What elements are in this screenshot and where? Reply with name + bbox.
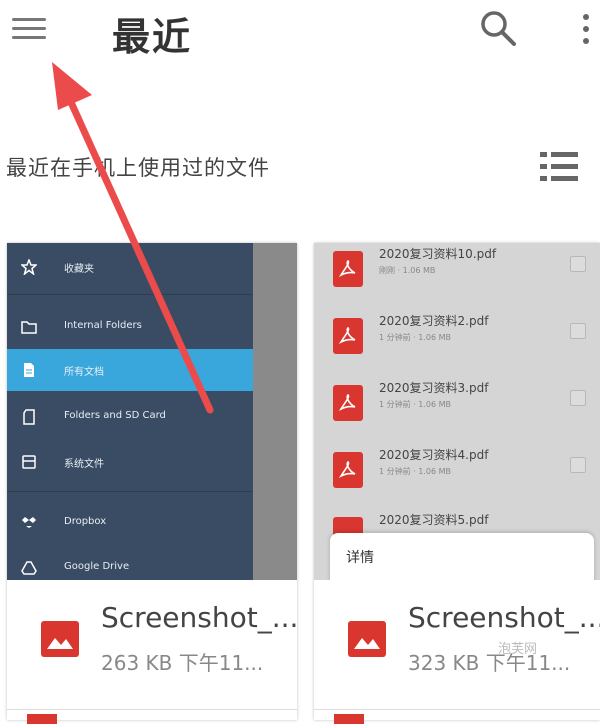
list-item: 2020复习资料3.pdf 1 分钟前 · 1.06 MB [314,373,600,439]
next-card-peek [314,709,600,724]
pdf-file-meta: 刚刚 · 1.06 MB [379,266,436,275]
drawer-scrim [253,243,297,580]
recent-file-card[interactable]: 2020复习资料10.pdf 刚刚 · 1.06 MB 2020复习资料2.pd… [314,243,600,724]
drawer-item: Folders and SD Card [7,396,253,438]
divider [7,294,253,295]
drawer-item-label: Folders and SD Card [64,410,166,421]
file-meta: 323 KB 下午11... [408,651,571,675]
recent-file-card[interactable]: 收藏夹 Internal Folders 所有文档 Folders and SD… [7,243,299,724]
star-icon [21,259,37,275]
watermark: 泡芙网 [498,642,538,657]
select-checkbox [570,256,586,272]
pdf-icon [333,318,363,354]
page-title: 最近 [112,15,193,59]
drawer-item-active: 所有文档 [7,349,253,391]
file-meta: 263 KB 下午11... [101,651,264,675]
hamburger-menu-icon[interactable] [12,14,48,44]
details-popup: 详情 [330,533,594,580]
pdf-icon [333,385,363,421]
dropbox-icon [22,517,36,528]
folder-icon [21,321,37,334]
google-drive-icon [21,561,37,575]
document-icon [24,363,34,377]
drawer-item-label: 系统文件 [64,459,104,470]
drawer-item-label: Internal Folders [64,320,142,331]
sd-card-icon [23,409,35,425]
file-name: Screenshot_... [101,601,299,634]
list-view-icon[interactable] [540,150,578,184]
select-checkbox [570,390,586,406]
more-vert-icon[interactable] [576,10,596,50]
image-icon [41,621,79,657]
pdf-file-name: 2020复习资料10.pdf [379,247,497,261]
list-item: 2020复习资料10.pdf 刚刚 · 1.06 MB [314,243,600,305]
list-item: 2020复习资料2.pdf 1 分钟前 · 1.06 MB [314,306,600,372]
drawer-item-label: Google Drive [64,561,130,572]
drawer-item: 收藏夹 [7,246,253,288]
pdf-file-name: 2020复习资料5.pdf [379,513,489,527]
drawer-item: 系统文件 [7,441,253,483]
select-checkbox [570,323,586,339]
drawer-item: Dropbox [7,502,253,544]
select-checkbox [570,457,586,473]
drawer-item-label: Dropbox [64,516,107,527]
image-icon [348,621,386,657]
pdf-list-screenshot: 2020复习资料10.pdf 刚刚 · 1.06 MB 2020复习资料2.pd… [314,243,600,580]
search-icon[interactable] [478,8,518,48]
system-files-icon [22,455,36,469]
next-card-peek [7,709,297,724]
divider [7,491,253,492]
file-name: Screenshot_... [408,601,600,634]
top-app-bar: 最近 [0,0,600,64]
drawer-item-label: 所有文档 [64,367,104,378]
card-thumbnail: 收藏夹 Internal Folders 所有文档 Folders and SD… [7,243,297,580]
pdf-file-meta: 1 分钟前 · 1.06 MB [379,333,452,342]
section-label: 最近在手机上使用过的文件 [6,156,270,180]
pdf-icon [333,251,363,287]
card-thumbnail: 2020复习资料10.pdf 刚刚 · 1.06 MB 2020复习资料2.pd… [314,243,600,580]
pdf-file-name: 2020复习资料4.pdf [379,448,489,462]
drawer-screenshot: 收藏夹 Internal Folders 所有文档 Folders and SD… [7,243,253,580]
pdf-file-meta: 1 分钟前 · 1.06 MB [379,467,452,476]
details-label: 详情 [346,550,374,566]
drawer-item: Google Drive [7,547,253,580]
pdf-file-meta: 1 分钟前 · 1.06 MB [379,400,452,409]
drawer-item: Internal Folders [7,306,253,348]
drawer-item-label: 收藏夹 [64,264,94,275]
pdf-file-name: 2020复习资料3.pdf [379,381,489,395]
list-item: 2020复习资料4.pdf 1 分钟前 · 1.06 MB [314,440,600,506]
pdf-file-name: 2020复习资料2.pdf [379,314,489,328]
pdf-icon [333,452,363,488]
